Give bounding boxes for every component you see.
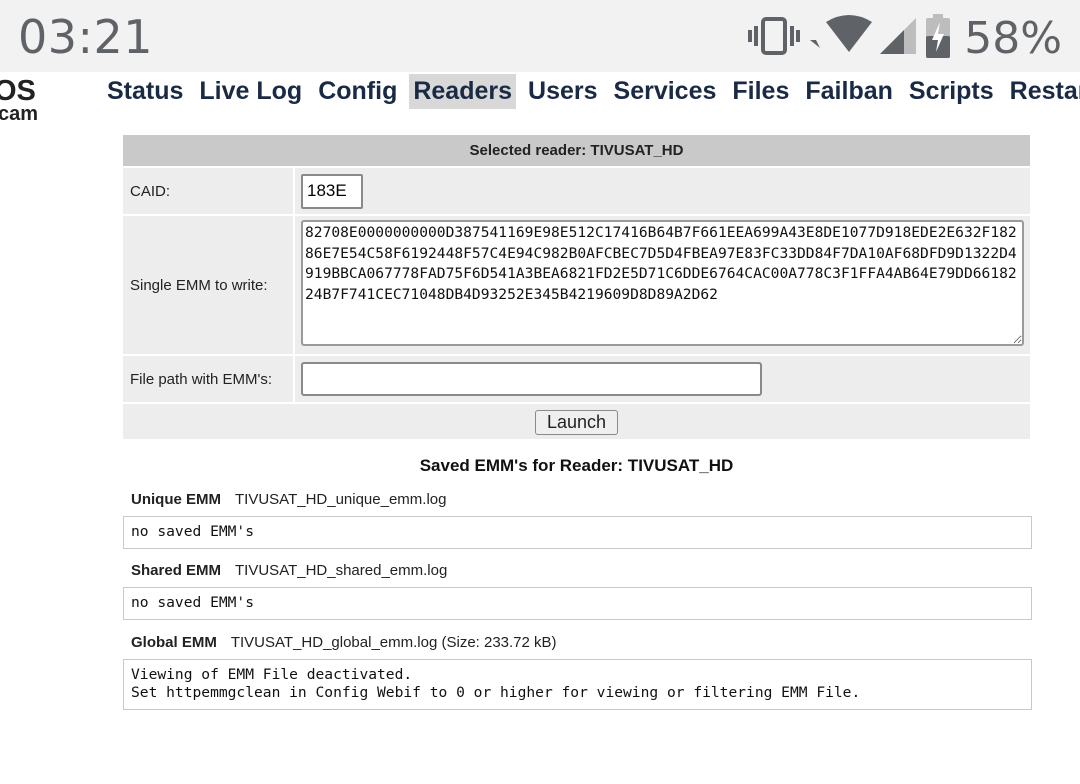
unique-emm-label: Unique EMM <box>131 491 221 508</box>
form-header: Selected reader: TIVUSAT_HD <box>123 135 1030 167</box>
nav-readers[interactable]: Readers <box>409 73 517 109</box>
single-emm-textarea[interactable]: 82708E0000000000D387541169E98E512C17416B… <box>301 220 1024 346</box>
main-nav: Status Live Log Config Readers Users Ser… <box>103 72 1080 110</box>
saved-emm-title: Saved EMM's for Reader: TIVUSAT_HD <box>419 456 734 475</box>
oscam-logo[interactable]: OS cam <box>0 75 44 125</box>
file-path-input[interactable] <box>301 362 762 396</box>
launch-button[interactable]: Launch <box>534 410 619 435</box>
caid-input[interactable] <box>301 173 363 209</box>
caid-label: CAID: <box>123 166 294 215</box>
nav-config[interactable]: Config <box>314 74 401 109</box>
unique-emm-row: Unique EMM TIVUSAT_HD_unique_emm.log <box>131 491 446 508</box>
shared-emm-file: TIVUSAT_HD_shared_emm.log <box>235 562 448 579</box>
unique-emm-content: no saved EMM's <box>123 516 1032 549</box>
global-emm-file: TIVUSAT_HD_global_emm.log (Size: 233.72 … <box>230 634 557 651</box>
nav-failban[interactable]: Failban <box>801 74 897 109</box>
status-bar: 03:21 58% <box>0 0 1080 72</box>
file-path-label: File path with EMM's: <box>123 354 294 403</box>
nav-users[interactable]: Users <box>524 74 602 109</box>
battery-percent: 58% <box>964 12 1062 64</box>
status-time: 03:21 <box>18 10 154 64</box>
nav-restart[interactable]: Restart <box>1006 74 1080 109</box>
single-emm-label: Single EMM to write: <box>123 214 294 355</box>
battery-charging-icon <box>924 13 952 63</box>
shared-emm-row: Shared EMM TIVUSAT_HD_shared_emm.log <box>131 562 447 579</box>
nav-status[interactable]: Status <box>103 74 187 109</box>
svg-text:cam: cam <box>0 103 38 122</box>
global-emm-content: Viewing of EMM File deactivated. Set htt… <box>123 659 1032 710</box>
global-emm-label: Global EMM <box>131 634 217 651</box>
cell-signal-icon <box>878 16 918 61</box>
vibrate-icon <box>748 16 801 61</box>
shared-emm-label: Shared EMM <box>131 562 222 579</box>
wifi-icon <box>806 14 873 63</box>
status-icons: 58% <box>748 8 1062 68</box>
nav-files[interactable]: Files <box>728 74 793 109</box>
global-emm-row: Global EMM TIVUSAT_HD_global_emm.log (Siz… <box>131 634 557 651</box>
nav-scripts[interactable]: Scripts <box>905 74 998 109</box>
nav-live-log[interactable]: Live Log <box>195 74 306 109</box>
shared-emm-content: no saved EMM's <box>123 587 1032 620</box>
nav-services[interactable]: Services <box>610 74 721 109</box>
emm-write-form: Selected reader: TIVUSAT_HD CAID: Single… <box>123 135 1030 439</box>
unique-emm-file: TIVUSAT_HD_unique_emm.log <box>235 491 447 508</box>
